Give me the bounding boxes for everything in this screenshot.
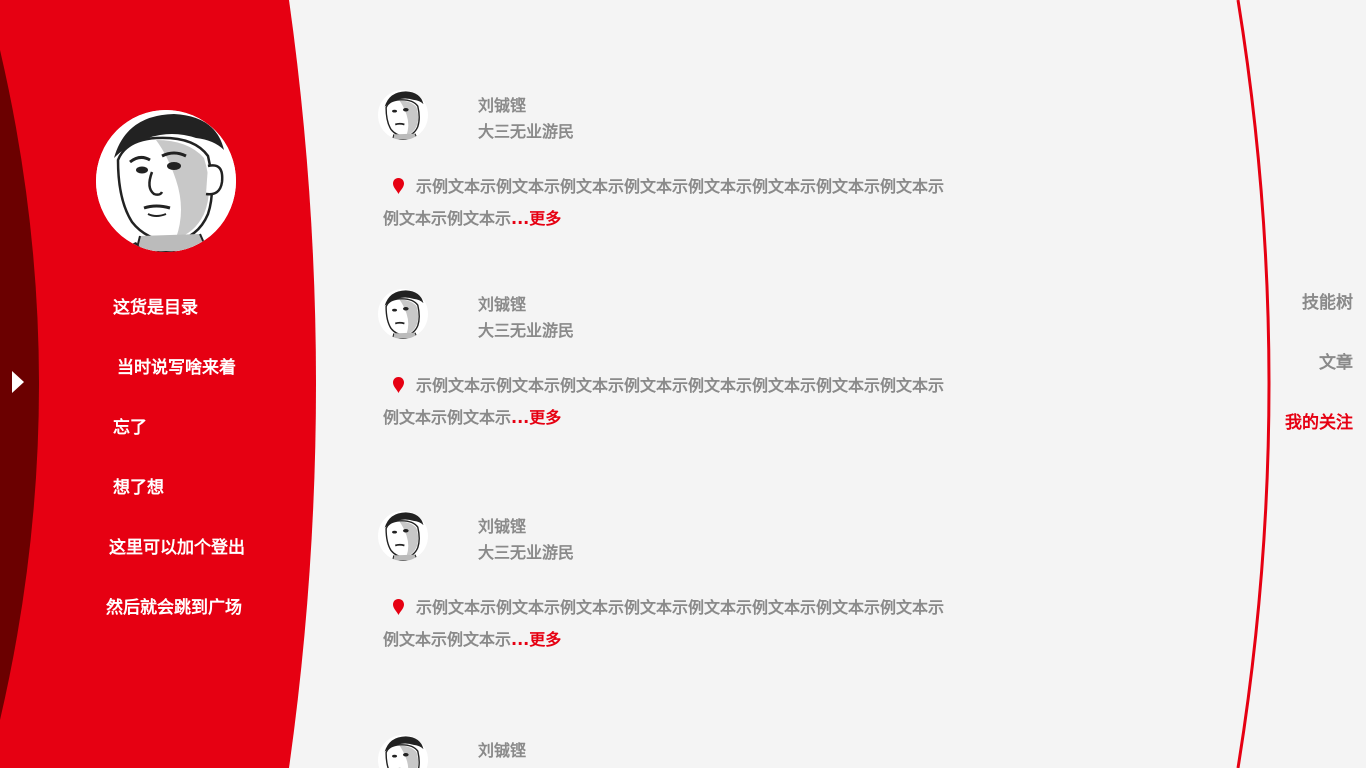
- post-avatar[interactable]: [378, 735, 428, 768]
- right-divider-curve: [1236, 0, 1271, 768]
- post-author-name[interactable]: 刘铖铿: [478, 513, 526, 537]
- cartoon-avatar-icon: [378, 90, 428, 140]
- post-author-name[interactable]: 刘铖铿: [478, 92, 526, 116]
- location-pin-icon: [393, 177, 404, 194]
- post-author-title: 大三无业游民: [478, 543, 575, 562]
- more-link[interactable]: ...更多: [511, 209, 561, 228]
- post-author-title: 大三无业游民: [478, 122, 575, 141]
- cartoon-avatar-icon: [378, 289, 428, 339]
- menu-item-thought[interactable]: 想了想: [113, 473, 164, 498]
- post-avatar[interactable]: [378, 289, 428, 339]
- post-avatar[interactable]: [378, 511, 428, 561]
- sidebar: 这货是目录 当时说写啥来着 忘了 想了想 这里可以加个登出 然后就会跳到广场: [0, 0, 340, 768]
- cartoon-avatar-icon: [96, 110, 236, 252]
- post-text: 示例文本示例文本示例文本示例文本示例文本示例文本示例文本示例文本示例文本示例文本…: [383, 598, 945, 649]
- location-pin-icon: [393, 598, 404, 615]
- post-body: 示例文本示例文本示例文本示例文本示例文本示例文本示例文本示例文本示例文本示例文本…: [383, 370, 958, 434]
- nav-following[interactable]: 我的关注: [1285, 408, 1353, 433]
- post-text: 示例文本示例文本示例文本示例文本示例文本示例文本示例文本示例文本示例文本示例文本…: [383, 177, 945, 228]
- menu-item-square[interactable]: 然后就会跳到广场: [106, 593, 242, 618]
- menu-item-directory[interactable]: 这货是目录: [113, 293, 198, 318]
- location-pin-icon: [393, 376, 404, 393]
- nav-articles[interactable]: 文章: [1319, 348, 1353, 373]
- expand-sidebar-icon[interactable]: [12, 371, 24, 393]
- post-author-title: 大三无业游民: [478, 763, 574, 768]
- more-link[interactable]: ...更多: [511, 630, 561, 649]
- app-window: 这货是目录 当时说写啥来着 忘了 想了想 这里可以加个登出 然后就会跳到广场 刘…: [0, 0, 1366, 768]
- cartoon-avatar-icon: [378, 735, 428, 768]
- post-body: 示例文本示例文本示例文本示例文本示例文本示例文本示例文本示例文本示例文本示例文本…: [383, 171, 958, 235]
- post-author-name[interactable]: 刘铖铿: [478, 291, 526, 315]
- post-feed: 刘铖铿 大三无业游民 示例文本示例文本示例文本示例文本示例文本示例文本示例文本示…: [378, 0, 998, 768]
- menu-item-what-to-write[interactable]: 当时说写啥来着: [117, 353, 236, 378]
- post-author-name[interactable]: 刘铖铿: [478, 737, 526, 761]
- post-text: 示例文本示例文本示例文本示例文本示例文本示例文本示例文本示例文本示例文本示例文本…: [383, 376, 945, 427]
- profile-avatar[interactable]: [96, 110, 236, 252]
- nav-skill-tree[interactable]: 技能树: [1302, 288, 1353, 313]
- post-body: 示例文本示例文本示例文本示例文本示例文本示例文本示例文本示例文本示例文本示例文本…: [383, 592, 958, 656]
- post-author-title: 大三无业游民: [478, 321, 575, 340]
- menu-item-forgot[interactable]: 忘了: [113, 413, 147, 438]
- menu-item-logout[interactable]: 这里可以加个登出: [109, 533, 245, 558]
- more-link[interactable]: ...更多: [511, 408, 561, 427]
- post-avatar[interactable]: [378, 90, 428, 140]
- cartoon-avatar-icon: [378, 511, 428, 561]
